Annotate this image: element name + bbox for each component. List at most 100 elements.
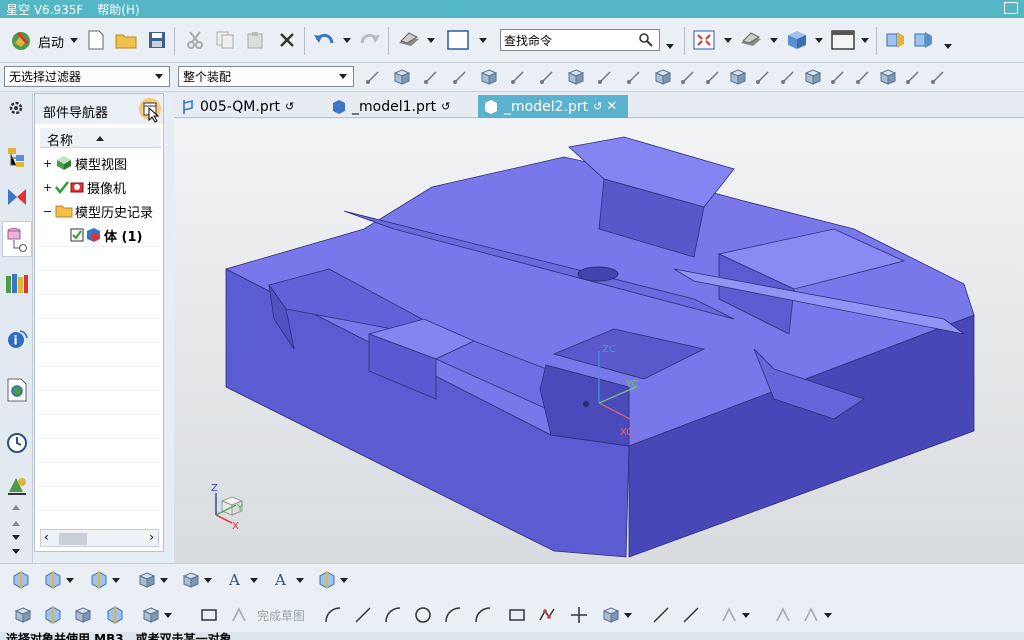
paste-icon[interactable]	[244, 29, 266, 51]
view-dropdown-caret[interactable]	[479, 38, 487, 43]
block-icon[interactable]	[180, 569, 202, 591]
quick-extend-icon[interactable]	[680, 604, 702, 626]
command-search-input[interactable]: 查找命令	[500, 29, 660, 51]
sketch-line-icon[interactable]	[352, 604, 374, 626]
sort-ascending-icon[interactable]	[96, 136, 104, 141]
quadrant-icon[interactable]	[727, 66, 749, 88]
scroll-down-icon[interactable]	[12, 549, 20, 554]
expand-toggle[interactable]: +	[43, 157, 55, 170]
project-curve-icon[interactable]	[800, 604, 822, 626]
end-point-icon[interactable]	[623, 66, 645, 88]
sketch-circle-icon[interactable]	[412, 604, 434, 626]
center-icon[interactable]	[802, 66, 824, 88]
add-component-icon[interactable]	[42, 604, 64, 626]
snap-settings-icon[interactable]	[362, 66, 384, 88]
assembly-navigator-icon[interactable]	[5, 145, 29, 169]
line-icon[interactable]	[677, 66, 699, 88]
extrude-icon[interactable]	[10, 569, 32, 591]
unite-dropdown-caret[interactable]	[160, 578, 168, 583]
bounded-point-icon[interactable]	[852, 66, 874, 88]
annotation-dropdown-caret[interactable]	[296, 578, 304, 583]
revolve-dropdown-caret[interactable]	[66, 578, 74, 583]
web-browser-icon[interactable]	[5, 377, 29, 403]
block-dropdown-caret[interactable]	[204, 578, 212, 583]
selection-filter-dropdown[interactable]: 无选择过滤器	[4, 66, 170, 87]
copy-icon[interactable]	[214, 29, 236, 51]
rectangle-icon[interactable]	[506, 604, 528, 626]
hole-dropdown-caret[interactable]	[112, 578, 120, 583]
new-file-icon[interactable]	[86, 29, 106, 51]
part-navigator-tab[interactable]	[2, 221, 32, 257]
select-feature-icon[interactable]	[565, 66, 587, 88]
search-dropdown-caret[interactable]	[666, 44, 674, 49]
assembly-constraint-icon[interactable]	[72, 604, 94, 626]
draft-icon[interactable]	[316, 569, 338, 591]
model-canvas[interactable]: ZC YC XC Z Y X	[174, 119, 1024, 563]
reuse-library-icon[interactable]	[4, 271, 30, 295]
cut-icon[interactable]	[184, 29, 206, 51]
system-materials-icon[interactable]	[5, 473, 29, 497]
revolve-icon[interactable]	[42, 569, 64, 591]
start-label[interactable]: 启动	[38, 32, 64, 51]
expand-toggle[interactable]: +	[43, 181, 55, 194]
pattern-dropdown-caret[interactable]	[164, 613, 172, 618]
render-dropdown-caret[interactable]	[770, 38, 778, 43]
close-tab-icon[interactable]: ✕	[606, 99, 617, 114]
fit-dropdown-caret[interactable]	[724, 38, 732, 43]
chamfer-icon[interactable]	[472, 604, 494, 626]
collapse-toggle[interactable]: −	[43, 205, 55, 218]
tab-model2[interactable]: _model2.prt ↺ ✕	[478, 95, 628, 118]
polygon-dropdown-caret[interactable]	[624, 613, 632, 618]
section-view-icon[interactable]	[882, 29, 908, 51]
background-dropdown-caret[interactable]	[861, 38, 869, 43]
studio-spline-icon[interactable]	[536, 604, 558, 626]
scroll-right-icon[interactable]: ›	[149, 530, 154, 544]
scroll-up-icon[interactable]	[12, 505, 20, 510]
intersection-icon[interactable]	[449, 66, 471, 88]
constraint-navigator-icon[interactable]	[5, 185, 29, 209]
scroll-down-icon[interactable]	[12, 535, 20, 540]
select-body-icon[interactable]	[594, 66, 616, 88]
point-icon[interactable]	[827, 66, 849, 88]
control-point-icon[interactable]	[420, 66, 442, 88]
quick-trim-icon[interactable]	[650, 604, 672, 626]
save-icon[interactable]	[146, 29, 168, 51]
info-icon[interactable]: i	[5, 327, 29, 351]
tree-item-body[interactable]: 体 (1)	[35, 224, 161, 246]
tree-item-model-views[interactable]: + 模型视图	[35, 152, 161, 174]
render-style-icon[interactable]	[738, 29, 764, 51]
constraint-icon[interactable]	[104, 604, 126, 626]
tab-model1[interactable]: _model1.prt ↺	[326, 95, 476, 118]
redo-icon[interactable]	[358, 29, 382, 51]
scroll-up-icon[interactable]	[12, 521, 20, 526]
grid-icon[interactable]	[927, 66, 949, 88]
undo-dropdown-caret[interactable]	[343, 38, 351, 43]
finish-sketch-icon[interactable]	[228, 604, 250, 626]
gear-icon[interactable]	[7, 99, 25, 117]
fillet-icon[interactable]	[442, 604, 464, 626]
delete-icon[interactable]	[276, 29, 298, 51]
clip-section-icon[interactable]	[910, 29, 936, 51]
select-by-box-icon[interactable]	[507, 66, 529, 88]
help-menu[interactable]: 帮助(H)	[97, 1, 139, 18]
fit-view-icon[interactable]	[692, 29, 716, 51]
horizontal-scrollbar[interactable]: ‹ ›	[40, 529, 159, 547]
face-icon[interactable]	[877, 66, 899, 88]
curve-icon[interactable]	[752, 66, 774, 88]
mirror-curve-icon[interactable]	[772, 604, 794, 626]
sketch-point-icon[interactable]	[568, 604, 590, 626]
tree-item-model-history[interactable]: − 模型历史记录	[35, 200, 161, 222]
pattern-icon[interactable]	[140, 604, 162, 626]
text-icon[interactable]: A	[226, 569, 248, 591]
existing-point-icon[interactable]	[777, 66, 799, 88]
offset-curve-dropdown-caret[interactable]	[742, 613, 750, 618]
tree-item-cameras[interactable]: + 摄像机	[35, 176, 161, 198]
profile-icon[interactable]	[322, 604, 344, 626]
select-lasso-icon[interactable]	[536, 66, 558, 88]
view-frame-icon[interactable]	[446, 29, 470, 51]
create-sketch-icon[interactable]	[198, 604, 220, 626]
hole-icon[interactable]	[88, 569, 110, 591]
project-curve-dropdown-caret[interactable]	[824, 613, 832, 618]
shade-dropdown-caret[interactable]	[815, 38, 823, 43]
unite-icon[interactable]	[136, 569, 158, 591]
